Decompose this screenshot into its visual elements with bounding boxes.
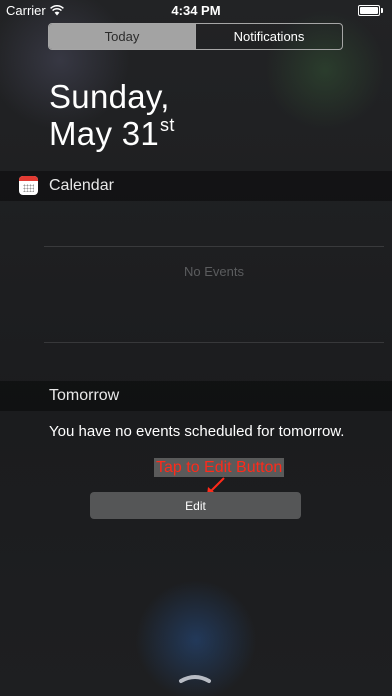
no-events-label: No Events xyxy=(184,264,244,279)
date-day: May 31st xyxy=(49,115,175,152)
view-segmented-control: Today Notifications xyxy=(48,23,343,50)
calendar-divider-top xyxy=(44,246,384,247)
tomorrow-section-title: Tomorrow xyxy=(49,387,120,404)
date-weekday: Sunday, xyxy=(49,78,170,115)
tutorial-annotation: Tap to Edit Button xyxy=(154,458,285,477)
status-time: 4:34 PM xyxy=(171,3,221,18)
grabber-chevron-icon[interactable] xyxy=(178,672,212,684)
tomorrow-summary: You have no events scheduled for tomorro… xyxy=(49,423,345,440)
tomorrow-section-header: Tomorrow xyxy=(0,381,392,411)
battery-icon xyxy=(358,5,384,16)
calendar-section-header[interactable]: Calendar xyxy=(0,171,392,201)
status-bar: Carrier 4:34 PM xyxy=(0,0,392,20)
calendar-divider-bottom xyxy=(44,342,384,343)
edit-button[interactable]: Edit xyxy=(90,492,301,519)
calendar-section-title: Calendar xyxy=(49,177,114,194)
tab-notifications[interactable]: Notifications xyxy=(195,24,342,49)
date-heading: Sunday, May 31st xyxy=(49,78,175,152)
date-suffix: st xyxy=(160,115,175,135)
calendar-app-icon xyxy=(19,176,38,195)
tab-today[interactable]: Today xyxy=(49,24,195,49)
